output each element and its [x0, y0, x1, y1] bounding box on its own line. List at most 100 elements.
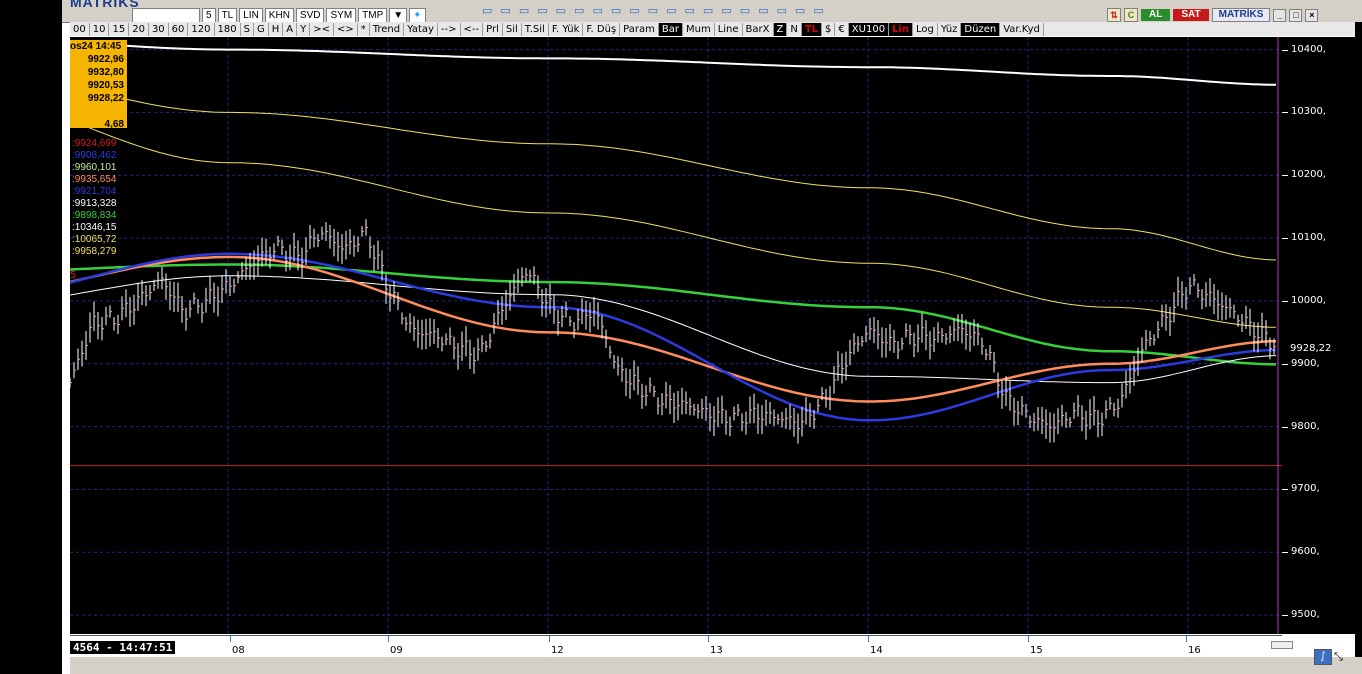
toolbar-btn-33[interactable]: € — [835, 22, 849, 36]
toolbar-btn-1[interactable]: 15 — [109, 22, 130, 36]
minimize-icon[interactable]: _ — [1273, 8, 1287, 22]
x-tick — [1028, 636, 1029, 642]
tool-icon-14[interactable]: ▭ — [721, 4, 731, 17]
tool-icon-10[interactable]: ▭ — [648, 4, 658, 17]
toolbar-btn-12[interactable]: >< — [310, 22, 334, 36]
toolbar-btn-20[interactable]: Sil — [503, 22, 522, 36]
toolbar-btn-2[interactable]: 20 — [129, 22, 149, 36]
sym-toggle[interactable]: SYM — [326, 8, 357, 23]
toolbar-btn-32[interactable]: $ — [822, 22, 836, 36]
price-chart[interactable] — [70, 37, 1282, 634]
x-tick — [230, 636, 231, 642]
toolbar-btn-6[interactable]: 180 — [215, 22, 241, 36]
tool-icon-4[interactable]: ▭ — [537, 4, 547, 17]
trade-controls: ⇅ C AL SAT MATRİKS _ □ × — [1107, 8, 1319, 22]
settings-icon[interactable]: ∫ — [1314, 649, 1332, 665]
toolbar-btn-3[interactable]: 30 — [149, 22, 169, 36]
toolbar-btn-39[interactable]: Var.Kyd — [1000, 22, 1044, 36]
tool-icon-3[interactable]: ▭ — [519, 4, 529, 17]
toolbar-btn-7[interactable]: S — [241, 22, 254, 36]
toolbar-btn-15[interactable]: Trend — [370, 22, 405, 36]
toolbar-btn-17[interactable]: --> — [438, 22, 461, 36]
chart-area[interactable] — [70, 37, 1282, 634]
tool-icon-2[interactable]: ▭ — [500, 4, 510, 17]
indicator-value: :10346,15 — [72, 222, 117, 233]
buy-button[interactable]: AL — [1141, 9, 1171, 21]
toolbar-btn-29[interactable]: Z — [773, 22, 788, 36]
tool-icon-11[interactable]: ▭ — [666, 4, 676, 17]
toolbar-btn-27[interactable]: Line — [715, 22, 743, 36]
tmp-toggle[interactable]: TMP — [358, 8, 388, 23]
close-icon[interactable]: × — [1305, 8, 1319, 22]
lin-toggle[interactable]: LIN — [239, 8, 263, 23]
toolbar-btn-10[interactable]: A — [283, 22, 298, 36]
twitter-icon[interactable]: ✦ — [409, 8, 426, 23]
dropdown-arrow-icon[interactable]: ▼ — [389, 8, 408, 23]
toolbar-btn-30[interactable]: N — [787, 22, 802, 36]
toolbar-btn-16[interactable]: Yatay — [404, 22, 438, 36]
ohlc-info-box: os24 14:45 9922,96 9932,80 9920,53 9928,… — [70, 40, 127, 130]
y-tick-label: 9500, — [1291, 609, 1320, 621]
tool-icon-8[interactable]: ▭ — [611, 4, 621, 17]
currency-field[interactable]: TL — [217, 8, 238, 23]
tool-icon-15[interactable]: ▭ — [740, 4, 750, 17]
toolbar-btn-21[interactable]: T.Sil — [522, 22, 549, 36]
x-tick-label: 08 — [232, 645, 245, 656]
tool-icon-18[interactable]: ▭ — [795, 4, 805, 17]
toolbar-btn-19[interactable]: Prl — [483, 22, 503, 36]
toolbar-btn-24[interactable]: Param — [620, 22, 659, 36]
khn-toggle[interactable]: KHN — [264, 8, 294, 23]
refresh-icon[interactable]: C — [1124, 8, 1138, 22]
ma-series-5 — [70, 255, 1277, 403]
toolbar-btn-13[interactable]: <> — [334, 22, 358, 36]
toolbar-btn-5[interactable]: 120 — [188, 22, 215, 36]
indicator-value: :9960,101 — [72, 162, 117, 173]
expand-icon[interactable]: ⤡ — [1334, 650, 1343, 664]
tool-icon-17[interactable]: ▭ — [777, 4, 787, 17]
scroll-thumb[interactable] — [1271, 641, 1293, 649]
toolbar-btn-23[interactable]: F. Düş — [583, 22, 621, 36]
toolbar-btn-22[interactable]: F. Yük — [549, 22, 584, 36]
tool-icon-12[interactable]: ▭ — [684, 4, 694, 17]
toolbar-btn-14[interactable]: * — [358, 22, 370, 36]
y-tick — [1282, 615, 1288, 617]
toolbar-btn-0[interactable]: 10 — [90, 22, 110, 36]
chart-icon[interactable]: ⇅ — [1107, 8, 1121, 22]
toolbar-btn-31[interactable]: TL — [801, 22, 823, 36]
toolbar-btn-4[interactable]: 60 — [169, 22, 189, 36]
y-tick-label: 10200, — [1291, 169, 1326, 181]
y-axis — [1282, 37, 1355, 634]
tool-icon-16[interactable]: ▭ — [758, 4, 768, 17]
toolbar-btn-28[interactable]: BarX — [743, 22, 774, 36]
tool-icon-5[interactable]: ▭ — [556, 4, 566, 17]
toolbar-btn-37[interactable]: Yüz — [938, 22, 962, 36]
tool-icon-6[interactable]: ▭ — [574, 4, 584, 17]
toolbar-btn-36[interactable]: Log — [913, 22, 938, 36]
toolbar-btn-35[interactable]: Lin — [889, 22, 913, 36]
x-tick — [868, 636, 869, 642]
period-field[interactable]: 5 — [202, 8, 216, 23]
toolbar-btn-11[interactable]: Y — [297, 22, 311, 36]
y-tick-label: 9700, — [1291, 483, 1320, 495]
toolbar-btn-25[interactable]: Bar — [658, 22, 683, 36]
toolbar-btn-38[interactable]: Düzen — [961, 22, 1001, 36]
toolbar-btn-9[interactable]: H — [269, 22, 284, 36]
sell-button[interactable]: SAT — [1173, 9, 1209, 21]
tool-icon-9[interactable]: ▭ — [629, 4, 639, 17]
tool-icon-19[interactable]: ▭ — [813, 4, 823, 17]
ma-series-0 — [70, 40, 1276, 86]
top-strip: MATRİKS 5 TL LIN KHN SVD SYM TMP ▼ ✦ ▭ ▭… — [62, 0, 1362, 23]
toolbar-btn-18[interactable]: <-- — [461, 22, 484, 36]
symbol-field[interactable] — [132, 8, 200, 23]
toolbar-btn-34[interactable]: XU100 — [848, 22, 890, 36]
indicator-value: :9924,699 — [72, 138, 117, 149]
tool-icon-1[interactable]: ▭ — [482, 4, 492, 17]
toolbar-btn-26[interactable]: Mum — [683, 22, 715, 36]
tool-icon-13[interactable]: ▭ — [703, 4, 713, 17]
x-tick-label: 14 — [870, 645, 883, 656]
tool-icon-7[interactable]: ▭ — [592, 4, 602, 17]
svd-toggle[interactable]: SVD — [295, 8, 325, 23]
toolbar-btn-8[interactable]: G — [254, 22, 269, 36]
maximize-icon[interactable]: □ — [1289, 8, 1303, 22]
